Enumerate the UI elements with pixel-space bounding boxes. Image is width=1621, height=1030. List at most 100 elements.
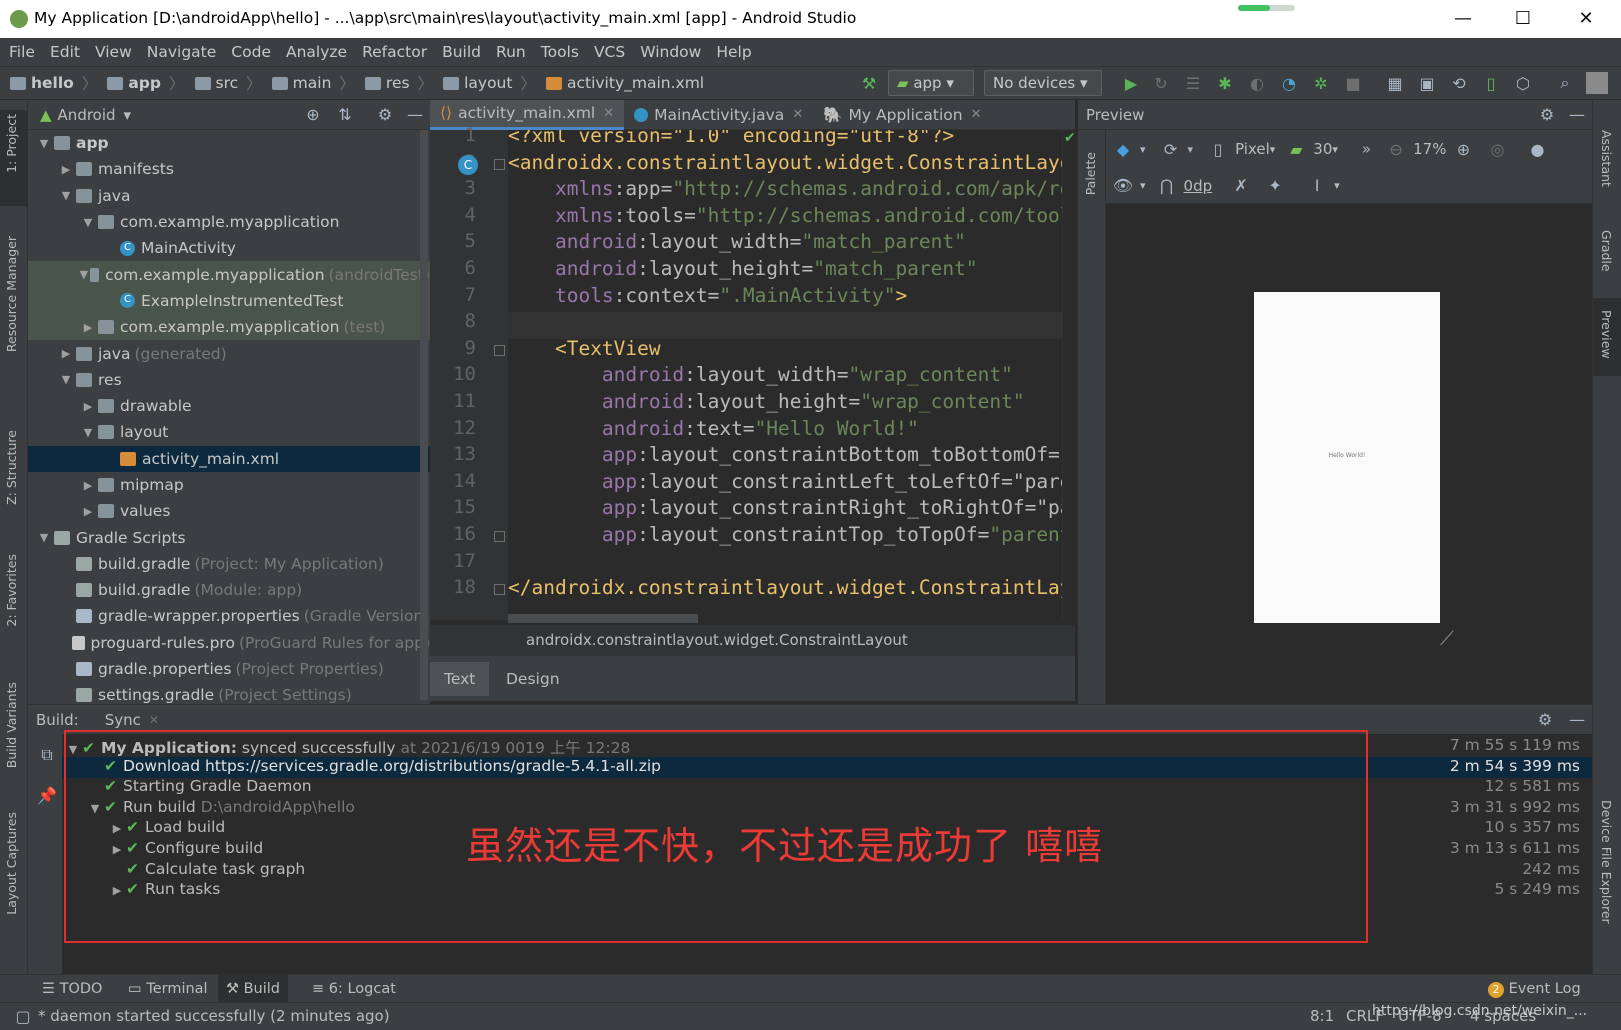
api-level-select[interactable]: 30 <box>1313 140 1332 158</box>
chevron-down-icon[interactable]: ▼ <box>78 268 90 281</box>
chevron-down-icon[interactable]: ▼ <box>34 137 54 150</box>
resize-handle-icon[interactable]: ⟋ <box>1440 626 1454 650</box>
run-config-select[interactable]: ▰ app ▾ <box>888 70 974 96</box>
breadcrumb-res[interactable]: res 〉 <box>364 67 433 99</box>
infer-constraints-icon[interactable]: ✦ <box>1264 175 1286 197</box>
minimize-button[interactable]: — <box>1440 4 1486 34</box>
tree-item[interactable]: ▶ drawable <box>28 393 430 419</box>
menu-edit[interactable]: Edit <box>50 38 80 66</box>
breadcrumb-main[interactable]: main 〉 <box>271 67 355 99</box>
editor-vscrollbar[interactable]: ✔ <box>1062 130 1076 620</box>
status-message[interactable]: * daemon started successfully (2 minutes… <box>38 1007 390 1025</box>
more-icon[interactable]: » <box>1362 140 1371 158</box>
tool-tab-logcat[interactable]: ≡ 6: Logcat <box>304 975 404 1003</box>
chevron-down-icon[interactable]: ▼ <box>56 189 76 202</box>
menu-tools[interactable]: Tools <box>541 38 579 66</box>
fold-marker-icon[interactable] <box>494 344 505 356</box>
tree-item[interactable]: ▼ res <box>28 367 430 393</box>
menu-navigate[interactable]: Navigate <box>147 38 217 66</box>
clear-constraints-icon[interactable]: ✗ <box>1230 175 1252 197</box>
chevron-right-icon[interactable]: ▶ <box>56 347 76 360</box>
tree-item[interactable]: ▶ mipmap <box>28 472 430 498</box>
collapse-all-icon[interactable]: ⇅ <box>334 104 356 126</box>
tree-item[interactable]: ▶ manifests <box>28 156 430 182</box>
sdk-icon[interactable]: ⬡ <box>1512 72 1534 94</box>
close-tab-icon[interactable]: ✕ <box>971 107 982 122</box>
chevron-right-icon[interactable]: ▶ <box>78 400 98 413</box>
event-log-button[interactable]: 2 Event Log <box>1480 975 1589 1003</box>
tool-tab-gradle[interactable]: Gradle <box>1599 230 1614 272</box>
tab-my-application[interactable]: 🐘 My Application ✕ <box>813 100 991 130</box>
menu-help[interactable]: Help <box>716 38 751 66</box>
breadcrumb-file[interactable]: activity_main.xml <box>545 67 704 99</box>
menu-run[interactable]: Run <box>496 38 526 66</box>
tool-tab-device-file-explorer[interactable]: Device File Explorer <box>1599 800 1614 924</box>
build-tab-sync[interactable]: Sync <box>105 711 141 729</box>
hide-icon[interactable]: — <box>404 104 426 126</box>
tool-tab-project[interactable]: 1: Project <box>4 114 19 173</box>
menu-refactor[interactable]: Refactor <box>362 38 427 66</box>
tree-item[interactable]: ▼ app <box>28 130 430 156</box>
tool-tab-terminal[interactable]: ▭ Terminal <box>120 975 216 1003</box>
chevron-right-icon[interactable]: ▶ <box>78 505 98 518</box>
close-tab-icon[interactable]: ✕ <box>149 713 159 727</box>
menu-build[interactable]: Build <box>442 38 481 66</box>
palette-tab[interactable]: Palette <box>1083 152 1098 195</box>
tree-item[interactable]: activity_main.xml <box>28 445 430 472</box>
sync-gradle-icon[interactable]: ⟲ <box>1448 72 1470 94</box>
fold-marker-icon[interactable] <box>494 158 505 170</box>
tree-item[interactable]: ▶ values <box>28 498 430 524</box>
maximize-button[interactable]: ☐ <box>1500 4 1546 34</box>
tree-item[interactable]: ▼ com.example.myapplication <box>28 209 430 235</box>
tool-tab-layout-captures[interactable]: Layout Captures <box>4 812 19 915</box>
default-margin[interactable]: 0dp <box>1184 177 1213 195</box>
zoom-fit-icon[interactable]: ◎ <box>1486 138 1508 160</box>
tree-item[interactable]: ▼ layout <box>28 419 430 445</box>
gear-icon[interactable]: ⚙ <box>374 104 396 126</box>
breadcrumb-layout[interactable]: layout 〉 <box>443 67 536 99</box>
related-class-icon[interactable]: C <box>458 154 478 175</box>
chevron-down-icon[interactable]: ▼ <box>56 373 76 386</box>
avd-manager-icon[interactable]: ▯ <box>1480 72 1502 94</box>
code-editor[interactable]: <?xml version="1.0" encoding="utf-8"?> <a… <box>508 130 1075 620</box>
menu-code[interactable]: Code <box>231 38 271 66</box>
chevron-right-icon[interactable]: ▶ <box>78 321 98 334</box>
toggle-tool-windows-icon[interactable]: ▢ <box>12 1005 34 1027</box>
apply-code-icon[interactable]: ☰ <box>1182 72 1204 94</box>
editor-hscrollbar[interactable] <box>508 614 698 623</box>
debug-icon[interactable]: ✱ <box>1214 72 1236 94</box>
tree-item[interactable]: build.gradle (Project: My Application) <box>28 551 430 577</box>
tool-tab-assistant[interactable]: Assistant <box>1599 130 1614 187</box>
device-preview[interactable]: Hello World! <box>1254 292 1440 623</box>
tree-item[interactable]: C ExampleInstrumentedTest <box>28 287 430 315</box>
magnet-icon[interactable]: ⋂ <box>1156 175 1178 197</box>
menu-view[interactable]: View <box>95 38 132 66</box>
tree-scrollbar[interactable] <box>420 130 428 700</box>
hide-icon[interactable]: — <box>1566 709 1588 731</box>
guidelines-icon[interactable]: Ⅰ <box>1306 175 1328 197</box>
breadcrumb-app[interactable]: app 〉 <box>107 67 185 99</box>
caret-position[interactable]: 8:1 <box>1310 1007 1334 1025</box>
run-icon[interactable]: ▶ <box>1120 72 1142 94</box>
tool-tab-todo[interactable]: ☰ TODO <box>34 975 110 1003</box>
tree-item[interactable]: ▼ com.example.myapplication (androidTest) <box>28 261 430 288</box>
chevron-down-icon[interactable]: ▼ <box>78 216 98 229</box>
attach-debugger-icon[interactable]: ✲ <box>1310 72 1332 94</box>
tab-main-activity-java[interactable]: MainActivity.java ✕ <box>624 100 813 130</box>
close-tab-icon[interactable]: ✕ <box>792 107 803 122</box>
avatar-icon[interactable] <box>1586 72 1608 94</box>
tool-tab-favorites[interactable]: 2: Favorites <box>4 554 19 627</box>
gear-icon[interactable]: ⚙ <box>1536 104 1558 126</box>
device-select[interactable]: Pixel <box>1235 140 1270 158</box>
tree-item[interactable]: ▶ com.example.myapplication (test) <box>28 314 430 341</box>
tree-item[interactable]: ▼ Gradle Scripts <box>28 524 430 550</box>
breadcrumb-src[interactable]: src 〉 <box>194 67 262 99</box>
tree-item[interactable]: gradle.properties (Project Properties) <box>28 656 430 682</box>
breadcrumb-hello[interactable]: hello 〉 <box>10 67 97 99</box>
device-icon[interactable]: ▯ <box>1207 138 1229 160</box>
tab-design[interactable]: Design <box>492 662 574 696</box>
hide-icon[interactable]: — <box>1566 104 1588 126</box>
locate-icon[interactable]: ⊕ <box>302 104 324 126</box>
chevron-down-icon[interactable]: ▼ <box>34 531 54 544</box>
chevron-right-icon[interactable]: ▶ <box>56 163 76 176</box>
